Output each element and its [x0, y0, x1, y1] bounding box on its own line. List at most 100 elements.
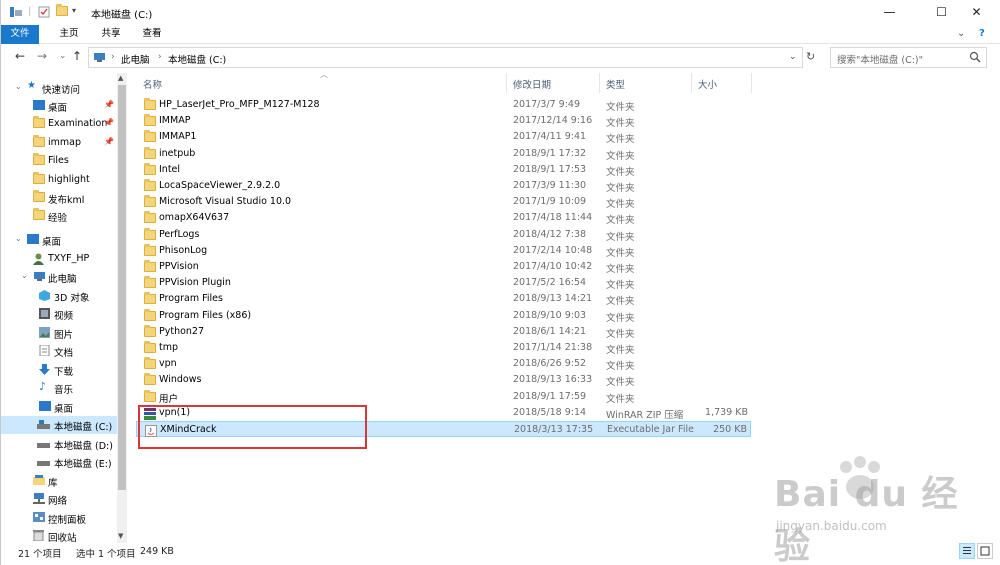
table-row[interactable]: 用户 2018/9/1 17:59 文件夹: [136, 389, 751, 405]
tab-share[interactable]: 共享: [91, 25, 131, 44]
table-row[interactable]: Windows 2018/9/13 16:33 文件夹: [136, 372, 751, 388]
table-row[interactable]: IMMAP1 2017/4/11 9:41 文件夹: [136, 129, 751, 145]
chevron-down-icon[interactable]: ⌄: [15, 82, 22, 91]
file-name: inetpub: [159, 147, 196, 159]
search-box[interactable]: 搜索"本地磁盘 (C:)": [830, 47, 987, 68]
folder-icon: [144, 114, 156, 129]
column-header-name[interactable]: 名称: [143, 77, 162, 91]
breadcrumb-this-pc[interactable]: 此电脑: [121, 52, 150, 66]
refresh-icon[interactable]: ↻: [806, 50, 815, 63]
table-row[interactable]: Python27 2018/6/1 14:21 文件夹: [136, 324, 751, 340]
close-button[interactable]: ✕: [954, 0, 999, 25]
address-dropdown-icon[interactable]: ⌄: [789, 52, 797, 62]
breadcrumb-separator: ›: [111, 52, 115, 62]
table-row[interactable]: PPVision 2017/4/10 10:42 文件夹: [136, 259, 751, 275]
sidebar-item-control-panel[interactable]: 控制面板: [1, 509, 117, 527]
minimize-button[interactable]: —: [867, 0, 912, 25]
sidebar-item-network[interactable]: 网络: [1, 490, 117, 508]
table-row[interactable]: IMMAP 2017/12/14 9:16 文件夹: [136, 113, 751, 129]
forward-arrow-icon[interactable]: →: [37, 49, 47, 63]
file-type: 文件夹: [606, 150, 635, 162]
sidebar-item-highlight[interactable]: highlight: [1, 171, 117, 189]
sidebar-item-examination[interactable]: Examination 📌: [1, 115, 117, 133]
sort-ascending-icon: ︿: [320, 70, 328, 79]
column-divider[interactable]: [751, 73, 752, 93]
tab-view[interactable]: 查看: [132, 25, 172, 44]
sidebar-item-3d-objects[interactable]: 3D 对象: [1, 287, 117, 305]
sidebar-item-experience[interactable]: 经验: [1, 207, 117, 225]
recent-locations-icon[interactable]: ⌄: [59, 51, 67, 61]
sidebar-item-files[interactable]: Files: [1, 152, 117, 170]
sidebar-item-downloads[interactable]: 下载: [1, 361, 117, 379]
tab-home[interactable]: 主页: [49, 25, 89, 44]
scroll-down-icon[interactable]: ▼: [118, 532, 123, 540]
search-icon[interactable]: [969, 51, 981, 63]
file-type: 文件夹: [606, 393, 635, 405]
sidebar-item-music[interactable]: ♪ 音乐: [1, 379, 117, 397]
details-view-button[interactable]: [959, 543, 975, 559]
column-divider[interactable]: [599, 73, 600, 93]
column-divider[interactable]: [691, 73, 692, 93]
table-row[interactable]: HP_LaserJet_Pro_MFP_M127-M128 2017/3/7 9:…: [136, 97, 751, 113]
scroll-up-icon[interactable]: ▲: [118, 74, 123, 82]
sidebar-item-videos[interactable]: 视频: [1, 305, 117, 323]
column-header-size[interactable]: 大小: [698, 77, 717, 91]
sidebar-item-publish-kml[interactable]: 发布kml: [1, 189, 117, 207]
sidebar-scrollbar[interactable]: ▲ ▼: [117, 73, 127, 543]
sidebar-item-pictures[interactable]: 图片: [1, 324, 117, 342]
status-bar: 21 个项目 选中 1 个项目 249 KB: [1, 543, 1000, 565]
table-row[interactable]: Program Files 2018/9/13 14:21 文件夹: [136, 291, 751, 307]
item-count: 21 个项目: [18, 549, 62, 560]
table-row[interactable]: LocaSpaceViewer_2.9.2.0 2017/3/9 11:30 文件夹: [136, 178, 751, 194]
folder-icon: [33, 190, 45, 205]
new-folder-icon[interactable]: [56, 4, 68, 19]
sidebar-item-label: 控制面板: [48, 515, 87, 526]
back-arrow-icon[interactable]: ←: [15, 49, 25, 63]
table-row[interactable]: tmp 2017/1/14 21:38 文件夹: [136, 340, 751, 356]
sidebar-item-this-pc[interactable]: ⌄ 此电脑: [1, 268, 117, 286]
sidebar-item-documents[interactable]: 文档: [1, 342, 117, 360]
table-row[interactable]: vpn 2018/6/26 9:52 文件夹: [136, 356, 751, 372]
up-arrow-icon[interactable]: ↑: [72, 49, 82, 63]
table-row[interactable]: PerfLogs 2018/4/12 7:38 文件夹: [136, 227, 751, 243]
sidebar-item-quick-access[interactable]: ⌄ ★ 快速访问: [1, 79, 117, 97]
file-name: LocaSpaceViewer_2.9.2.0: [159, 180, 281, 191]
sidebar-item-desktop-pinned[interactable]: 桌面 📌: [1, 97, 117, 115]
table-row[interactable]: PhisonLog 2017/2/14 10:48 文件夹: [136, 243, 751, 259]
quick-access-dropdown-icon[interactable]: ▾: [72, 6, 76, 15]
file-modified-date: 2018/6/26 9:52: [513, 358, 587, 370]
table-row[interactable]: omapX64V637 2017/4/18 11:44 文件夹: [136, 210, 751, 226]
sidebar-item-libraries[interactable]: 库: [1, 472, 117, 490]
sidebar-item-label: 桌面: [48, 103, 68, 114]
column-header-modified[interactable]: 修改日期: [513, 77, 551, 91]
chevron-down-icon[interactable]: ⌄: [15, 234, 22, 243]
table-row[interactable]: Microsoft Visual Studio 10.0 2017/1/9 10:…: [136, 194, 751, 210]
table-row[interactable]: Intel 2018/9/1 17:53 文件夹: [136, 162, 751, 178]
column-divider[interactable]: [506, 73, 507, 93]
sidebar-item-desktop[interactable]: ⌄ 桌面: [1, 231, 117, 249]
large-icons-view-button[interactable]: [977, 543, 993, 559]
ribbon-expand-icon[interactable]: ⌄: [957, 28, 965, 39]
explorer-app-icon[interactable]: [9, 6, 23, 18]
sidebar-item-local-disk-c[interactable]: 本地磁盘 (C:): [1, 416, 117, 434]
table-row[interactable]: Program Files (x86) 2018/9/10 9:03 文件夹: [136, 308, 751, 324]
breadcrumb-local-disk-c[interactable]: 本地磁盘 (C:): [168, 52, 226, 66]
table-row[interactable]: PPVision Plugin 2017/5/2 16:54 文件夹: [136, 275, 751, 291]
address-bar[interactable]: › 此电脑 › 本地磁盘 (C:) ⌄: [88, 47, 803, 68]
file-type: 文件夹: [606, 134, 635, 146]
properties-icon[interactable]: [38, 6, 50, 18]
help-icon[interactable]: ?: [979, 28, 985, 39]
column-header-type[interactable]: 类型: [606, 77, 625, 91]
file-type: 文件夹: [606, 328, 635, 340]
table-row[interactable]: inetpub 2018/9/1 17:32 文件夹: [136, 146, 751, 162]
sidebar-item-immap[interactable]: immap 📌: [1, 134, 117, 152]
sidebar-item-local-disk-e[interactable]: 本地磁盘 (E:): [1, 453, 117, 471]
tab-file[interactable]: 文件: [1, 25, 39, 44]
sidebar-item-user[interactable]: TXYF_HP: [1, 250, 117, 268]
sidebar-item-local-disk-d[interactable]: 本地磁盘 (D:): [1, 435, 117, 453]
scrollbar-thumb[interactable]: [118, 85, 126, 490]
search-input[interactable]: 搜索"本地磁盘 (C:)": [837, 52, 923, 66]
chevron-down-icon[interactable]: ⌄: [21, 271, 28, 280]
file-type: 文件夹: [606, 345, 635, 356]
sidebar-item-desktop-pc[interactable]: 桌面: [1, 398, 117, 416]
